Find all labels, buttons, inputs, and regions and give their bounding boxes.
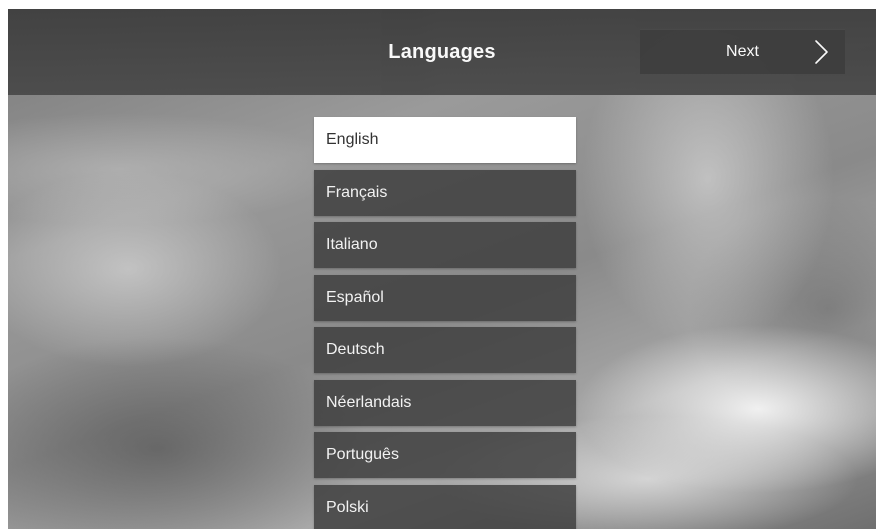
language-item-neerlandais[interactable]: Néerlandais xyxy=(314,379,576,426)
language-item-label: Italiano xyxy=(326,236,378,253)
language-item-francais[interactable]: Français xyxy=(314,169,576,216)
language-item-label: Néerlandais xyxy=(326,393,412,411)
language-item-english[interactable]: English xyxy=(314,117,576,163)
language-item-deutsch[interactable]: Deutsch xyxy=(314,327,576,373)
language-list: English Français Italiano Español Deutsc… xyxy=(314,117,576,529)
language-item-label: Español xyxy=(326,288,384,306)
language-item-label: Deutsch xyxy=(326,341,385,358)
language-selection-screen: Languages Next English Français Italiano… xyxy=(8,9,876,529)
header-bar: Languages Next xyxy=(8,9,876,95)
language-item-label: Português xyxy=(326,446,399,463)
language-item-label: Français xyxy=(326,183,388,201)
language-item-espanol[interactable]: Español xyxy=(314,274,576,321)
language-item-polski[interactable]: Polski xyxy=(314,484,576,529)
next-button[interactable]: Next xyxy=(640,29,845,74)
language-item-italiano[interactable]: Italiano xyxy=(314,222,576,268)
language-item-label: English xyxy=(326,131,379,148)
language-item-portugues[interactable]: Português xyxy=(314,432,576,478)
language-item-label: Polski xyxy=(326,498,369,516)
chevron-right-icon xyxy=(815,40,828,64)
